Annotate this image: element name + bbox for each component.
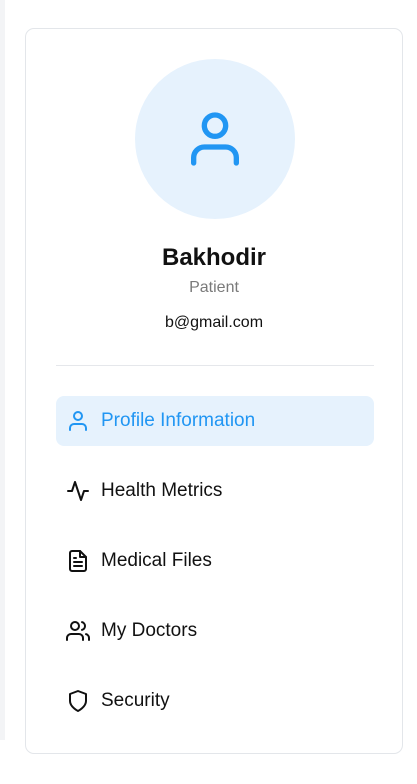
user-avatar-icon bbox=[191, 112, 239, 166]
nav-item-my-doctors[interactable]: My Doctors bbox=[56, 606, 374, 656]
nav-item-security[interactable]: Security bbox=[56, 676, 374, 726]
nav-item-label: Profile Information bbox=[101, 410, 256, 431]
user-icon bbox=[66, 409, 90, 433]
avatar bbox=[135, 59, 295, 219]
profile-nav: Profile Information Health Metrics Medic… bbox=[56, 396, 374, 746]
nav-item-label: Security bbox=[101, 690, 170, 711]
nav-item-medical-files[interactable]: Medical Files bbox=[56, 536, 374, 586]
profile-card: Bakhodir Patient b@gmail.com Profile Inf… bbox=[25, 28, 403, 754]
profile-email: b@gmail.com bbox=[164, 314, 264, 331]
shield-icon bbox=[66, 689, 90, 713]
nav-item-health-metrics[interactable]: Health Metrics bbox=[56, 466, 374, 516]
users-icon bbox=[66, 619, 90, 643]
nav-item-label: Health Metrics bbox=[101, 480, 223, 501]
nav-item-profile-information[interactable]: Profile Information bbox=[56, 396, 374, 446]
sidebar-edge bbox=[0, 0, 5, 740]
nav-item-label: My Doctors bbox=[101, 620, 198, 641]
nav-item-label: Medical Files bbox=[101, 550, 212, 571]
file-text-icon bbox=[66, 549, 90, 573]
profile-role: Patient bbox=[189, 279, 239, 296]
profile-name: Bakhodir bbox=[161, 244, 266, 271]
divider bbox=[56, 365, 374, 366]
activity-icon bbox=[66, 479, 90, 503]
